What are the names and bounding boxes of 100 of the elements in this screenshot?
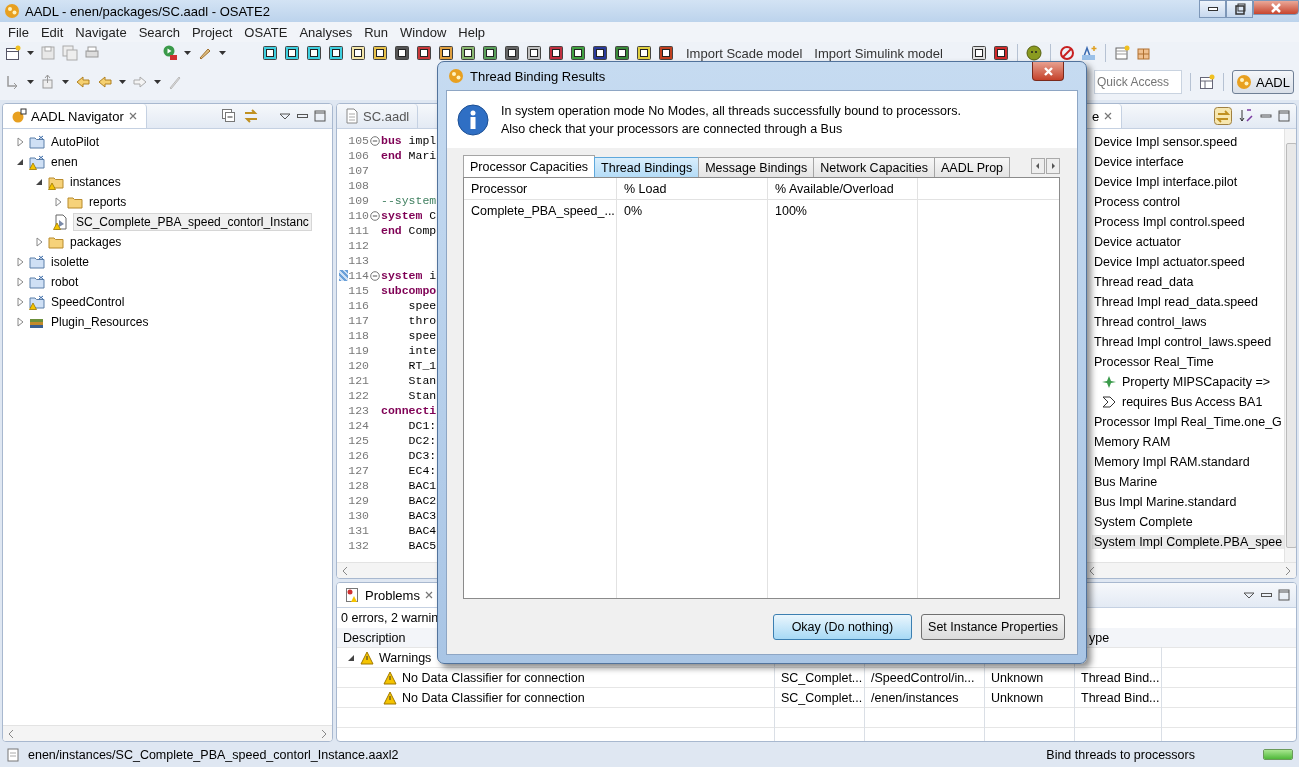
- square-icon[interactable]: [328, 45, 344, 61]
- fold-icon[interactable]: [369, 270, 380, 281]
- tree-item[interactable]: packages: [68, 234, 124, 250]
- stop-icon[interactable]: [1058, 45, 1075, 61]
- minimize-icon[interactable]: [1261, 593, 1272, 597]
- dropdown-caret-icon[interactable]: [119, 77, 126, 87]
- square-icon[interactable]: [262, 45, 278, 61]
- close-icon[interactable]: [423, 590, 434, 600]
- outline-item[interactable]: Processor Impl Real_Time.one_G: [1092, 415, 1284, 429]
- outline-item[interactable]: Bus Marine: [1092, 475, 1160, 489]
- collapsed-arrow-icon[interactable]: [35, 237, 43, 247]
- collapsed-arrow-icon[interactable]: [16, 257, 24, 267]
- square-icon[interactable]: [548, 45, 564, 61]
- square-icon[interactable]: [504, 45, 520, 61]
- outline-item[interactable]: System Complete: [1092, 515, 1195, 529]
- tree-item[interactable]: SC_Complete_PBA_speed_contorl_Instanc: [73, 213, 312, 231]
- maximize-icon[interactable]: [314, 110, 326, 122]
- tab[interactable]: Message Bindings: [698, 157, 815, 177]
- outline-item[interactable]: Device actuator: [1092, 235, 1183, 249]
- square-icon[interactable]: [416, 45, 432, 61]
- outline-item[interactable]: Memory RAM: [1092, 435, 1173, 449]
- smiley-icon[interactable]: [1025, 45, 1042, 61]
- close-button[interactable]: [1032, 62, 1064, 81]
- tree-item[interactable]: Plugin_Resources: [49, 314, 151, 330]
- outline-item[interactable]: Bus Impl Marine.standard: [1092, 495, 1239, 509]
- tree-item[interactable]: instances: [68, 174, 123, 190]
- view-menu-icon[interactable]: [1243, 591, 1255, 599]
- view-menu-icon[interactable]: [279, 112, 291, 120]
- collapsed-arrow-icon[interactable]: [16, 277, 24, 287]
- perspective-button[interactable]: AADL: [1232, 70, 1294, 94]
- square-icon[interactable]: [460, 45, 476, 61]
- import-link[interactable]: Import Scade model: [686, 45, 803, 61]
- maximize-icon[interactable]: [1278, 110, 1290, 122]
- outline-item[interactable]: Device interface: [1092, 155, 1186, 169]
- square-icon[interactable]: [306, 45, 322, 61]
- outline-item[interactable]: Process Impl control.speed: [1092, 215, 1247, 229]
- step-out-icon[interactable]: [40, 74, 56, 90]
- maximize-icon[interactable]: [1278, 589, 1290, 601]
- outline-item[interactable]: Thread Impl control_laws.speed: [1092, 335, 1274, 349]
- scrollbar[interactable]: [3, 725, 332, 741]
- dropdown-caret-icon[interactable]: [62, 77, 69, 87]
- tab[interactable]: Network Capacities: [813, 157, 935, 177]
- column-header[interactable]: % Load: [617, 178, 768, 200]
- outline-item[interactable]: Device Impl interface.pilot: [1092, 175, 1240, 189]
- tab[interactable]: Thread Bindings: [594, 157, 700, 177]
- collapsed-arrow-icon[interactable]: [16, 137, 24, 147]
- collapsed-arrow-icon[interactable]: [16, 297, 24, 307]
- link-editor-icon[interactable]: [1214, 107, 1232, 125]
- outline-item[interactable]: Memory Impl RAM.standard: [1092, 455, 1252, 469]
- fold-icon[interactable]: [369, 135, 380, 146]
- square-icon[interactable]: [526, 45, 542, 61]
- menu-item[interactable]: Edit: [34, 24, 70, 40]
- expanded-arrow-icon[interactable]: [16, 157, 24, 167]
- close-icon[interactable]: [1103, 111, 1114, 121]
- minimize-icon[interactable]: [297, 114, 308, 118]
- tree-item[interactable]: robot: [49, 274, 81, 290]
- dialog-button[interactable]: Okay (Do nothing): [772, 614, 913, 640]
- run-icon[interactable]: [162, 45, 178, 61]
- fold-icon[interactable]: [369, 210, 380, 221]
- square-icon[interactable]: [372, 45, 388, 61]
- square-icon[interactable]: [482, 45, 498, 61]
- menu-item[interactable]: Analyses: [293, 24, 359, 40]
- outline-item[interactable]: Thread control_laws: [1092, 315, 1209, 329]
- square-icon[interactable]: [438, 45, 454, 61]
- outline-item[interactable]: Processor Real_Time: [1092, 355, 1216, 369]
- restore-button[interactable]: [1226, 0, 1253, 18]
- square-icon[interactable]: [592, 45, 608, 61]
- outline-item[interactable]: Device Impl actuator.speed: [1092, 255, 1247, 269]
- tree-item[interactable]: AutoPilot: [49, 134, 102, 150]
- expanded-arrow-icon[interactable]: [347, 653, 355, 663]
- tree-item[interactable]: enen: [49, 154, 80, 170]
- collapse-all-icon[interactable]: [221, 108, 237, 124]
- menu-item[interactable]: Window: [394, 24, 453, 40]
- column-header[interactable]: Processor: [464, 178, 617, 200]
- new-grid-icon[interactable]: [1135, 45, 1152, 61]
- column-header[interactable]: % Available/Overload: [768, 178, 918, 200]
- square-icon[interactable]: [394, 45, 410, 61]
- square-icon[interactable]: [636, 45, 652, 61]
- add-annotation-icon[interactable]: [1080, 45, 1097, 61]
- expanded-arrow-icon[interactable]: [35, 177, 43, 187]
- new-file-icon[interactable]: [5, 45, 21, 61]
- minimize-button[interactable]: [1199, 0, 1226, 18]
- outline-item[interactable]: Device Impl sensor.speed: [1092, 135, 1240, 149]
- square-icon[interactable]: [614, 45, 630, 61]
- dropdown-caret-icon[interactable]: [154, 77, 161, 87]
- menu-item[interactable]: Search: [132, 24, 186, 40]
- square-icon[interactable]: [350, 45, 366, 61]
- scrollbar[interactable]: [1284, 129, 1296, 562]
- editor-tab[interactable]: SC.aadl: [363, 108, 410, 124]
- outline-item[interactable]: Property MIPSCapacity =>: [1120, 375, 1272, 389]
- tree-item[interactable]: SpeedControl: [49, 294, 127, 310]
- outline-item[interactable]: Thread read_data: [1092, 275, 1196, 289]
- tab[interactable]: AADL Prop: [934, 157, 1011, 177]
- quick-access-field[interactable]: Quick Access: [1094, 70, 1183, 94]
- close-icon[interactable]: [127, 111, 138, 121]
- scroll-right-icon[interactable]: [1046, 158, 1060, 174]
- import-link[interactable]: Import Simulink model: [814, 45, 943, 61]
- link-editor-icon[interactable]: [243, 108, 259, 124]
- open-perspective-icon[interactable]: [1199, 74, 1216, 90]
- menu-item[interactable]: Help: [452, 24, 492, 40]
